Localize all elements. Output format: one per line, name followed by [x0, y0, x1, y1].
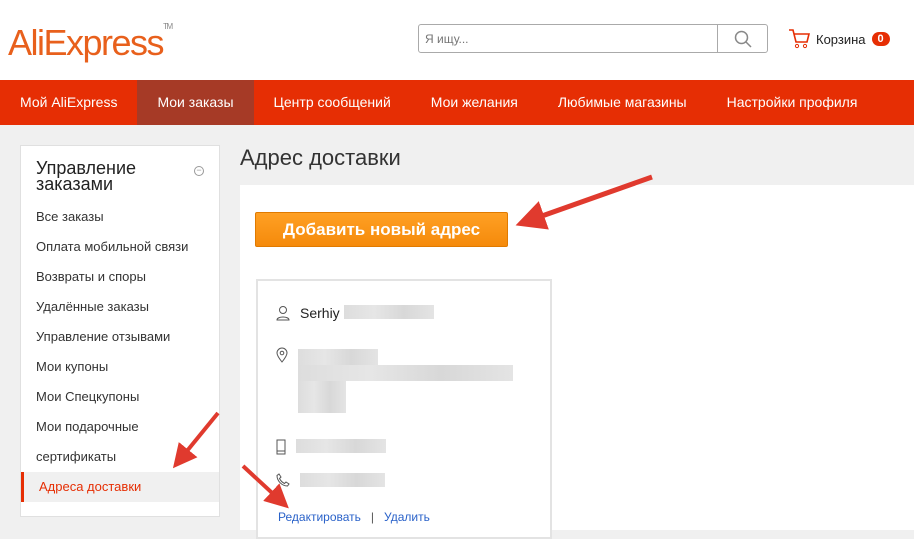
- nav-wishlist[interactable]: Мои желания: [411, 80, 538, 125]
- phone-icon: [276, 473, 290, 487]
- cart-icon: [789, 29, 810, 49]
- cart-count-badge: 0: [871, 32, 890, 46]
- logo-text: AliExpress: [8, 22, 165, 63]
- sidebar-title: Управление заказами: [36, 158, 137, 194]
- search-icon: [734, 30, 752, 48]
- redacted-surname: [343, 305, 434, 319]
- sidebar-item-coupons[interactable]: Мои купоны: [21, 352, 219, 382]
- header: AliExpressTM Корзина 0: [0, 0, 914, 80]
- sidebar-item-gift-cards-cont[interactable]: сертификаты: [21, 442, 219, 472]
- sidebar-item-special-coupons[interactable]: Мои Спецкупоны: [21, 382, 219, 412]
- sidebar-item-disputes[interactable]: Возвраты и споры: [21, 262, 219, 292]
- nav-profile-settings[interactable]: Настройки профиля: [707, 80, 878, 125]
- separator: |: [370, 510, 375, 524]
- mobile-phone-icon: [276, 439, 286, 455]
- collapse-icon[interactable]: −: [194, 166, 204, 176]
- location-pin-icon: [276, 347, 288, 363]
- recipient-name: Serhiy: [300, 305, 340, 321]
- cart-link[interactable]: Корзина 0: [788, 28, 890, 50]
- nav-message-center[interactable]: Центр сообщений: [254, 80, 411, 125]
- name-row: Serhiy: [276, 305, 434, 321]
- redacted-mobile: [296, 439, 386, 453]
- person-icon: [276, 306, 290, 321]
- nav-my-aliexpress[interactable]: Мой AliExpress: [0, 80, 137, 125]
- card-actions: Редактировать | Удалить: [278, 510, 430, 524]
- sidebar-item-deleted-orders[interactable]: Удалённые заказы: [21, 292, 219, 322]
- edit-link[interactable]: Редактировать: [278, 510, 361, 524]
- redacted-address: [298, 347, 518, 413]
- address-card: Serhiy Редактировать | Удалить: [256, 279, 552, 539]
- sidebar-item-shipping-addresses[interactable]: Адреса доставки: [21, 472, 219, 502]
- sidebar-item-mobile-payment[interactable]: Оплата мобильной связи: [21, 232, 219, 262]
- main-nav: Мой AliExpress Мои заказы Центр сообщени…: [0, 80, 914, 125]
- nav-favorite-stores[interactable]: Любимые магазины: [538, 80, 707, 125]
- search-button[interactable]: [717, 25, 767, 52]
- page-title: Адрес доставки: [240, 145, 401, 170]
- nav-my-orders[interactable]: Мои заказы: [137, 80, 254, 125]
- search-bar: [418, 24, 768, 53]
- phone-row: [276, 473, 385, 487]
- cart-label: Корзина: [816, 31, 866, 47]
- sidebar-item-all-orders[interactable]: Все заказы: [21, 202, 219, 232]
- mobile-row: [276, 439, 386, 455]
- search-input[interactable]: [419, 25, 717, 52]
- aliexpress-logo[interactable]: AliExpressTM: [8, 22, 173, 64]
- redacted-phone: [300, 473, 385, 487]
- address-row: [276, 347, 518, 413]
- delete-link[interactable]: Удалить: [384, 510, 430, 524]
- add-address-button[interactable]: Добавить новый адрес: [255, 212, 508, 247]
- sidebar: Управление заказами − Все заказы Оплата …: [20, 145, 220, 517]
- sidebar-item-gift-cards[interactable]: Мои подарочные: [21, 412, 219, 442]
- sidebar-item-reviews[interactable]: Управление отзывами: [21, 322, 219, 352]
